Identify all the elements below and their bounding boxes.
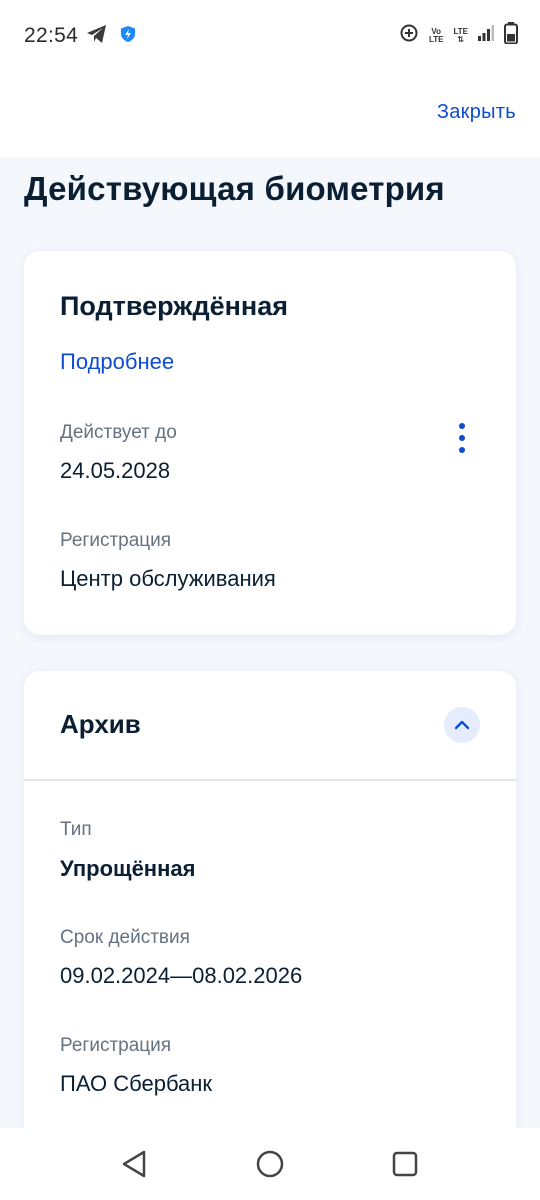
archive-registration-label: Регистрация	[60, 1035, 172, 1056]
recents-icon[interactable]	[387, 1146, 423, 1182]
valid-until-value: 24.05.2028	[60, 458, 171, 483]
archive-registration-value: ПАО Сбербанк	[60, 1071, 213, 1096]
battery-icon	[504, 22, 518, 49]
registration-label: Регистрация	[60, 530, 172, 551]
status-icons-right: Vo LTE LTE ⇅	[399, 22, 518, 49]
back-icon[interactable]	[116, 1146, 152, 1182]
period-label: Срок действия	[60, 927, 190, 948]
more-options-icon[interactable]	[452, 423, 472, 453]
type-label: Тип	[60, 819, 92, 840]
page-title: Действующая биометрия	[24, 170, 445, 207]
data-saver-icon	[399, 23, 419, 48]
type-value: Упрощённая	[60, 856, 196, 881]
details-link[interactable]: Подробнее	[60, 349, 174, 375]
navigation-bar	[0, 1128, 540, 1200]
archive-card: Архив Тип Упрощённая Срок действия 09.02…	[24, 671, 516, 1141]
collapse-button[interactable]	[444, 707, 480, 743]
period-value: 09.02.2024—08.02.2026	[60, 963, 303, 988]
divider	[24, 779, 516, 781]
signal-icon	[478, 25, 494, 46]
shield-icon	[120, 25, 136, 48]
status-icons-left	[86, 24, 136, 49]
archive-title: Архив	[60, 709, 141, 739]
chevron-up-icon	[454, 720, 470, 730]
registration-value: Центр обслуживания	[60, 566, 276, 591]
header: Закрыть	[0, 75, 540, 157]
card-title: Подтверждённая	[60, 291, 288, 321]
status-bar: 22:54 Vo LTE LTE ⇅	[0, 0, 540, 75]
status-time: 22:54	[24, 24, 79, 47]
close-button[interactable]: Закрыть	[437, 101, 516, 124]
telegram-icon	[86, 24, 108, 49]
current-biometrics-card: Подтверждённая Подробнее Действует до 24…	[24, 251, 516, 635]
volte-icon: Vo LTE	[428, 26, 444, 44]
valid-until-label: Действует до	[60, 422, 177, 443]
home-icon[interactable]	[252, 1146, 288, 1182]
lte-icon: LTE ⇅	[453, 26, 468, 44]
